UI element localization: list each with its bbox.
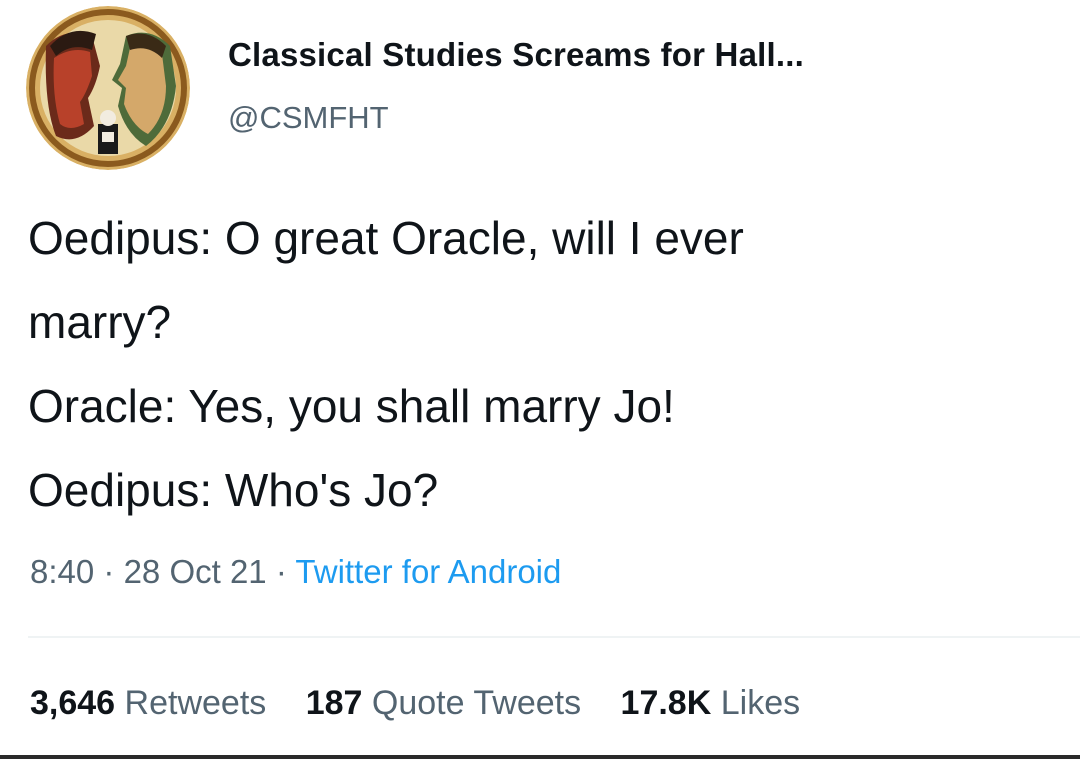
tweet-text-line: Oracle: Yes, you shall marry Jo! bbox=[28, 380, 675, 432]
engagement-stats: 3,646 Retweets 187 Quote Tweets 17.8K Li… bbox=[30, 684, 830, 723]
author-handle[interactable]: @CSMFHT bbox=[228, 100, 389, 136]
retweets-label: Retweets bbox=[124, 684, 267, 722]
likes-count: 17.8K bbox=[620, 684, 712, 722]
tweet-text: Oedipus: O great Oracle, will I ever mar… bbox=[28, 196, 1068, 532]
tweet-source-link[interactable]: Twitter for Android bbox=[295, 553, 561, 590]
quote-tweets-label: Quote Tweets bbox=[371, 684, 582, 722]
retweets-stat[interactable]: 3,646 Retweets bbox=[30, 684, 266, 722]
tweet-text-line: Oedipus: Who's Jo? bbox=[28, 464, 439, 516]
likes-stat[interactable]: 17.8K Likes bbox=[621, 684, 801, 722]
divider bbox=[28, 636, 1080, 638]
likes-label: Likes bbox=[720, 684, 801, 722]
tweet-text-line: marry? bbox=[28, 296, 172, 348]
greek-vase-profile-icon bbox=[26, 6, 190, 170]
tweet-metadata: 8:40 · 28 Oct 21 · Twitter for Android bbox=[30, 553, 561, 591]
author-name[interactable]: Classical Studies Screams for Hall... bbox=[228, 36, 804, 74]
quote-tweets-count: 187 bbox=[305, 684, 363, 722]
tweet-text-line: Oedipus: O great Oracle, will I ever bbox=[28, 212, 744, 264]
bottom-border bbox=[0, 755, 1080, 759]
author-avatar[interactable] bbox=[26, 6, 190, 170]
meta-separator: · bbox=[103, 553, 115, 590]
tweet-time[interactable]: 8:40 bbox=[30, 553, 94, 590]
retweets-count: 3,646 bbox=[30, 684, 116, 722]
tweet-date[interactable]: 28 Oct 21 bbox=[124, 553, 267, 590]
tweet-card: Classical Studies Screams for Hall... @C… bbox=[0, 0, 1080, 759]
meta-separator: · bbox=[275, 553, 287, 590]
quote-tweets-stat[interactable]: 187 Quote Tweets bbox=[306, 684, 581, 722]
